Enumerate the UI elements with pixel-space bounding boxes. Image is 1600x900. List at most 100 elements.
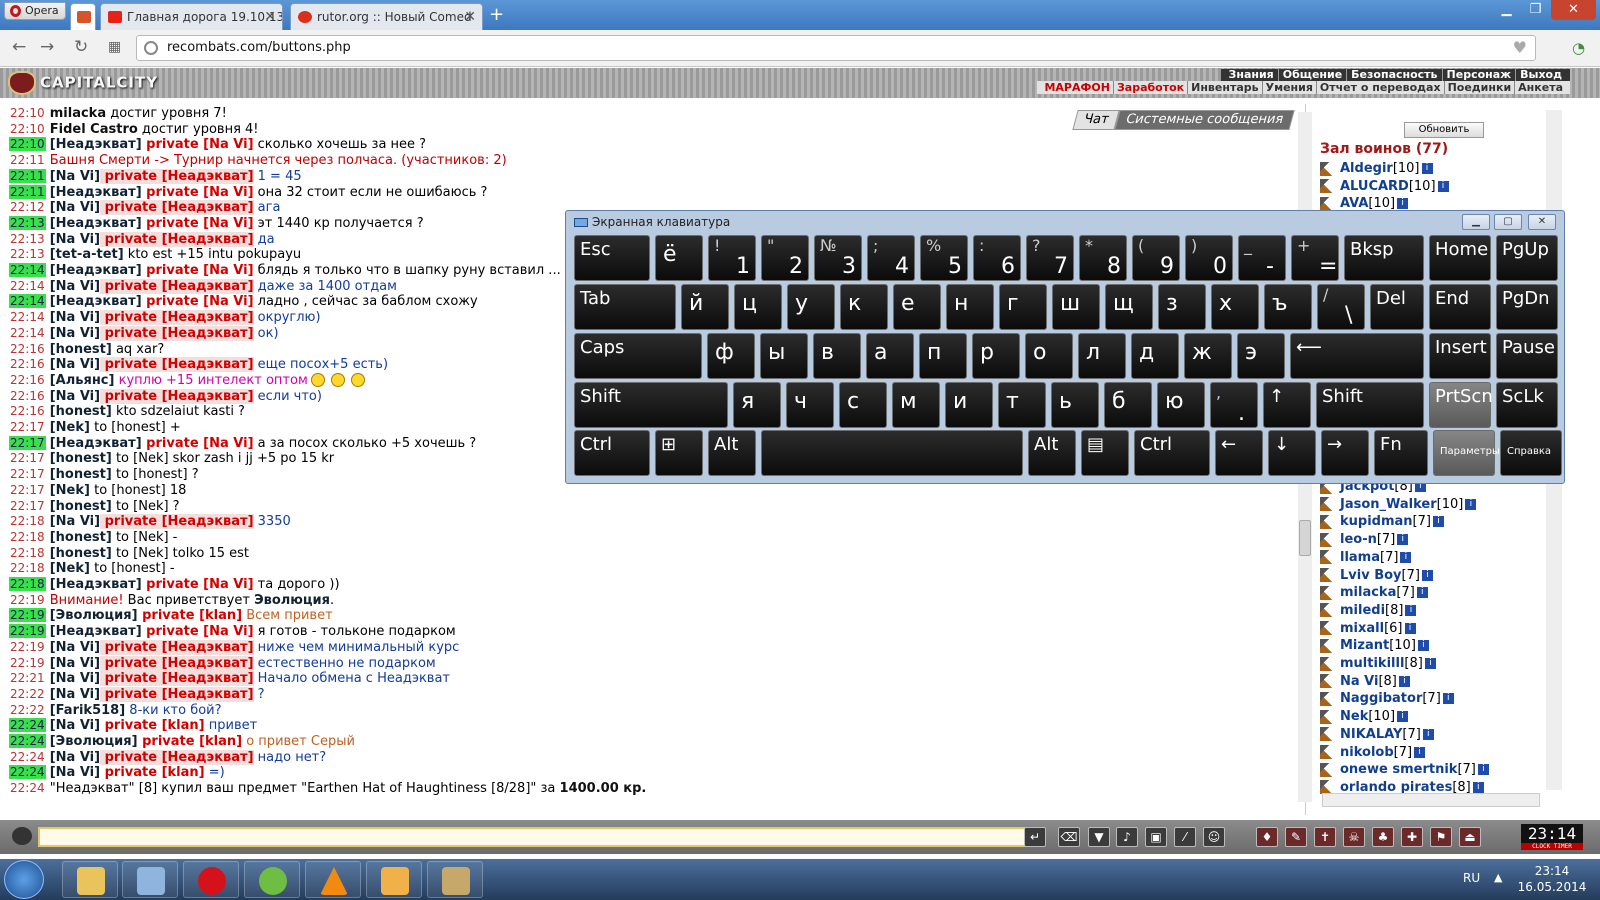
chat-text[interactable]: [Nek] bbox=[50, 483, 90, 498]
chat-text[interactable]: private [Неадэкват] bbox=[100, 655, 254, 671]
player-info-icon[interactable]: i bbox=[1477, 764, 1489, 776]
window-minimize-button[interactable]: ▁ bbox=[1493, 0, 1520, 20]
chat-text[interactable]: [Неадэкват] bbox=[50, 624, 142, 639]
group-icon[interactable]: ♣ bbox=[1372, 827, 1394, 847]
window-close-button[interactable]: ✕ bbox=[1551, 0, 1596, 20]
osk-key[interactable]: ▤ bbox=[1081, 430, 1129, 476]
osk-key[interactable]: щ bbox=[1105, 284, 1153, 330]
player-name[interactable]: Jason_Walker bbox=[1340, 497, 1437, 512]
chat-text[interactable]: [Эволюция] bbox=[50, 734, 138, 749]
osk-key[interactable]: ч bbox=[786, 382, 834, 428]
chat-text[interactable]: [Na Vi] bbox=[50, 169, 100, 184]
system-clock[interactable]: 23:14 16.05.2014 bbox=[1513, 863, 1591, 895]
player-name[interactable]: ALUCARD bbox=[1340, 179, 1409, 194]
chat-text[interactable]: [Na Vi] bbox=[50, 279, 100, 294]
chat-text[interactable]: [Na Vi] bbox=[50, 326, 100, 341]
chat-text[interactable]: [Неадэкват] bbox=[50, 436, 142, 451]
player-info-icon[interactable]: i bbox=[1421, 569, 1433, 581]
osk-key[interactable]: Параметры bbox=[1433, 430, 1500, 476]
chat-text[interactable]: private [Неадэкват] bbox=[100, 514, 254, 530]
chat-text[interactable]: [Na Vi] bbox=[50, 200, 100, 215]
osk-key[interactable]: :6 bbox=[973, 235, 1021, 281]
osk-key[interactable]: Del bbox=[1370, 284, 1424, 330]
menu-marathon[interactable]: МАРАФОН bbox=[1041, 81, 1113, 94]
chat-scroll-thumb[interactable] bbox=[1299, 520, 1311, 556]
osk-key[interactable]: PgDn bbox=[1496, 284, 1558, 330]
chat-text[interactable]: Эволюция bbox=[254, 593, 330, 608]
chat-text[interactable]: [Неадэкват] bbox=[50, 185, 142, 200]
player-info-icon[interactable]: i bbox=[1400, 551, 1412, 563]
player-name[interactable]: miledi bbox=[1340, 603, 1385, 618]
player-info-icon[interactable]: i bbox=[1432, 516, 1444, 528]
osk-key[interactable]: н bbox=[946, 284, 994, 330]
start-button-icon[interactable] bbox=[4, 860, 44, 899]
chat-text[interactable]: [Na Vi] bbox=[50, 750, 100, 765]
osk-key[interactable]: у bbox=[787, 284, 835, 330]
menu-communication[interactable]: Общение bbox=[1277, 68, 1347, 81]
osk-key[interactable]: PgUp bbox=[1496, 235, 1558, 281]
osk-key[interactable]: о bbox=[1025, 333, 1073, 379]
osk-key[interactable]: PrtScn bbox=[1429, 382, 1493, 428]
chat-text[interactable]: [Альянс] bbox=[50, 373, 115, 388]
osk-key[interactable]: д bbox=[1131, 333, 1179, 379]
taskbar-opera[interactable] bbox=[183, 861, 239, 898]
osk-key[interactable]: / \ bbox=[1317, 284, 1365, 330]
chat-text[interactable]: [Na Vi] bbox=[50, 656, 100, 671]
player-name[interactable]: Lviv Boy bbox=[1340, 568, 1402, 583]
chat-text[interactable]: [Na Vi] bbox=[50, 514, 100, 529]
sound-icon[interactable]: ♪ bbox=[1116, 827, 1138, 847]
chat-text[interactable]: private [Na Vi] bbox=[142, 185, 253, 200]
player-name[interactable]: Aldegir bbox=[1340, 161, 1393, 176]
chat-text[interactable]: [Na Vi] bbox=[50, 310, 100, 325]
osk-key[interactable]: ,. bbox=[1210, 382, 1258, 428]
chat-text[interactable]: [honest] bbox=[50, 467, 112, 482]
speed-dial-grid-icon[interactable]: ▦ bbox=[108, 37, 121, 57]
osk-key[interactable]: Ctrl bbox=[574, 430, 650, 476]
player-info-icon[interactable]: i bbox=[1414, 746, 1426, 758]
osk-key[interactable]: Alt bbox=[708, 430, 756, 476]
menu-inventory[interactable]: Инвентарь bbox=[1187, 81, 1262, 94]
player-info-icon[interactable]: i bbox=[1472, 781, 1484, 793]
osk-key[interactable]: г bbox=[999, 284, 1047, 330]
chat-text[interactable]: private [Неадэкват] bbox=[100, 168, 254, 184]
player-info-icon[interactable]: i bbox=[1397, 198, 1409, 210]
osk-key[interactable]: Ctrl bbox=[1134, 430, 1210, 476]
osk-key[interactable]: з bbox=[1158, 284, 1206, 330]
bookmark-heart-icon[interactable]: ♥ bbox=[1513, 38, 1527, 57]
chat-text[interactable]: private [Неадэкват] bbox=[100, 749, 254, 765]
opera-menu-button[interactable]: Opera bbox=[4, 2, 66, 20]
osk-key[interactable]: п bbox=[919, 333, 967, 379]
chat-text[interactable]: [honest] bbox=[50, 530, 112, 545]
chat-text[interactable]: private [Неадэкват] bbox=[100, 325, 254, 341]
osk-key[interactable]: ⟵ bbox=[1290, 333, 1424, 379]
scroll-icon[interactable]: ✎ bbox=[1285, 827, 1307, 847]
osk-key[interactable]: * 8 bbox=[1079, 235, 1127, 281]
menu-character[interactable]: Персонаж bbox=[1441, 68, 1516, 81]
chat-text[interactable]: private [Na Vi] bbox=[142, 577, 253, 592]
players-horizontal-scrollbar[interactable] bbox=[1322, 793, 1540, 807]
exit-icon[interactable]: ⏏ bbox=[1459, 827, 1481, 847]
osk-key[interactable]: + = bbox=[1291, 235, 1339, 281]
reload-icon[interactable]: ↻ bbox=[74, 37, 88, 57]
osk-key[interactable]: ScLk bbox=[1496, 382, 1558, 428]
menu-knowledge[interactable]: Знания bbox=[1225, 68, 1278, 81]
osk-key[interactable]: я bbox=[733, 382, 781, 428]
chat-text[interactable]: [Na Vi] bbox=[50, 718, 100, 733]
osk-key[interactable]: м bbox=[892, 382, 940, 428]
osk-close-button[interactable]: ✕ bbox=[1528, 214, 1556, 230]
player-name[interactable]: onewe smertnik bbox=[1340, 762, 1457, 777]
menu-exit[interactable]: Выход bbox=[1515, 68, 1566, 81]
osk-key[interactable]: Alt bbox=[1028, 430, 1076, 476]
osk-minimize-button[interactable]: ▁ bbox=[1462, 214, 1490, 230]
osk-key[interactable]: _ - bbox=[1238, 235, 1286, 281]
taskbar-media-player[interactable] bbox=[366, 861, 422, 898]
osk-key[interactable]: ! 1 bbox=[708, 235, 756, 281]
player-name[interactable]: milacka bbox=[1340, 585, 1396, 600]
osk-key[interactable]: ? 7 bbox=[1026, 235, 1074, 281]
chat-text[interactable]: private [Неадэкват] bbox=[100, 231, 254, 247]
menu-earnings[interactable]: Заработок bbox=[1112, 81, 1188, 94]
osk-key[interactable]: " 2 bbox=[761, 235, 809, 281]
osk-key[interactable]: ь bbox=[1051, 382, 1099, 428]
player-info-icon[interactable]: i bbox=[1416, 587, 1428, 599]
chat-text[interactable]: private [Na Vi] bbox=[142, 263, 253, 278]
